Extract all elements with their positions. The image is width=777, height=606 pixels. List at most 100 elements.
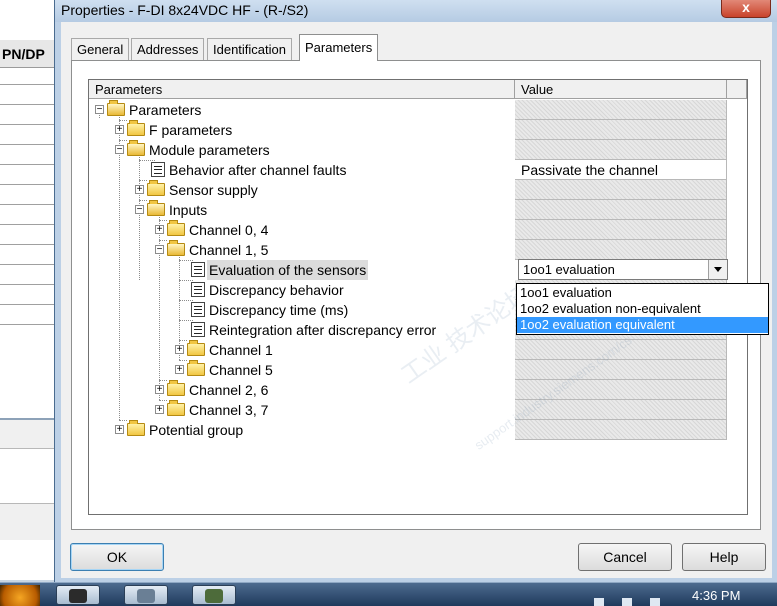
window-title: Properties - F-DI 8x24VDC HF - (R-/S2) — [61, 2, 309, 18]
tree-label: Module parameters — [149, 142, 270, 158]
background-row — [0, 104, 56, 105]
dropdown-option[interactable]: 1oo2 evaluation non-equivalent — [517, 301, 768, 317]
tree-row-potential-group[interactable]: + Potential group — [89, 420, 513, 440]
column-header-value[interactable]: Value — [515, 80, 727, 99]
value-cell-disabled — [515, 380, 727, 400]
tree-label: Discrepancy time (ms) — [209, 302, 349, 318]
tree-row-discrepancy-behavior[interactable]: Discrepancy behavior — [89, 280, 513, 300]
start-button[interactable] — [0, 585, 40, 606]
parameter-icon — [191, 262, 205, 277]
tree-label: Inputs — [169, 202, 208, 218]
tree-row-sensor-supply[interactable]: + Sensor supply — [89, 180, 513, 200]
value-cell-disabled — [515, 360, 727, 380]
value-cell-disabled — [515, 240, 727, 260]
parameter-icon — [191, 322, 205, 337]
value-cell-disabled — [515, 200, 727, 220]
value-cell-disabled — [515, 120, 727, 140]
expand-icon[interactable]: + — [155, 385, 164, 395]
tree-row-channel-3-7[interactable]: + Channel 3, 7 — [89, 400, 513, 420]
tree-row-evaluation-of-sensors[interactable]: Evaluation of the sensors — [89, 260, 513, 280]
tree-label: Channel 1 — [209, 342, 273, 358]
folder-icon — [187, 340, 205, 356]
chevron-down-icon[interactable] — [708, 260, 727, 279]
value-cell-disabled — [515, 420, 727, 440]
tree-row-parameters[interactable]: − Parameters — [89, 100, 513, 120]
expand-icon[interactable]: + — [175, 345, 184, 355]
folder-icon — [167, 220, 185, 236]
help-button[interactable]: Help — [682, 543, 766, 571]
folder-icon — [167, 380, 185, 396]
expand-icon[interactable]: + — [115, 125, 124, 135]
tree-row-channel-2-6[interactable]: + Channel 2, 6 — [89, 380, 513, 400]
value-cell-disabled — [515, 140, 727, 160]
tree-label: Channel 0, 4 — [189, 222, 269, 238]
expand-icon[interactable]: + — [115, 425, 124, 435]
value-cell-disabled — [515, 400, 727, 420]
grid-header: Parameters Value — [89, 80, 747, 99]
background-row — [0, 244, 56, 245]
app-icon — [69, 589, 87, 603]
tree-label: Behavior after channel faults — [169, 162, 347, 178]
value-cell-disabled — [515, 340, 727, 360]
tree-label: Potential group — [149, 422, 244, 438]
tree-row-discrepancy-time[interactable]: Discrepancy time (ms) — [89, 300, 513, 320]
background-row — [0, 204, 56, 205]
tree-row-f-parameters[interactable]: + F parameters — [89, 120, 513, 140]
close-button[interactable]: x — [721, 0, 771, 18]
folder-icon — [167, 400, 185, 416]
title-bar[interactable]: Properties - F-DI 8x24VDC HF - (R-/S2) x — [55, 0, 777, 22]
tree-label: Channel 5 — [209, 362, 273, 378]
tab-identification[interactable]: Identification — [207, 38, 292, 60]
tab-addresses[interactable]: Addresses — [131, 38, 205, 60]
tree-row-channel-0-4[interactable]: + Channel 0, 4 — [89, 220, 513, 240]
taskbar: 4:36 PM — [0, 582, 777, 606]
background-row — [0, 224, 56, 225]
collapse-icon[interactable]: − — [155, 245, 164, 255]
taskbar-app-button[interactable] — [124, 585, 168, 605]
evaluation-combobox[interactable]: 1oo1 evaluation — [518, 259, 728, 280]
folder-icon — [187, 360, 205, 376]
collapse-icon[interactable]: − — [135, 205, 144, 215]
expand-icon[interactable]: + — [175, 365, 184, 375]
value-cell-disabled — [515, 220, 727, 240]
collapse-icon[interactable]: − — [95, 105, 104, 115]
folder-icon — [127, 120, 145, 136]
tree-row-channel-1-5[interactable]: − Channel 1, 5 — [89, 240, 513, 260]
ok-button[interactable]: OK — [70, 543, 164, 571]
expand-icon[interactable]: + — [135, 185, 144, 195]
tree-row-behavior-after-channel-faults[interactable]: Behavior after channel faults — [89, 160, 513, 180]
folder-icon — [147, 180, 165, 196]
taskbar-app-button[interactable] — [56, 585, 100, 605]
tab-parameters[interactable]: Parameters — [299, 34, 379, 61]
taskbar-app-button[interactable] — [192, 585, 236, 605]
parameter-icon — [151, 162, 165, 177]
background-row — [0, 304, 56, 305]
folder-open-icon — [167, 240, 185, 256]
folder-icon — [127, 420, 145, 436]
expand-icon[interactable]: + — [155, 225, 164, 235]
collapse-icon[interactable]: − — [115, 145, 124, 155]
combobox-value: 1oo1 evaluation — [523, 262, 615, 277]
cancel-button[interactable]: Cancel — [578, 543, 672, 571]
tab-general[interactable]: General — [71, 38, 130, 60]
tree-row-channel-1[interactable]: + Channel 1 — [89, 340, 513, 360]
background-row — [0, 124, 56, 125]
tree-row-module-parameters[interactable]: − Module parameters — [89, 140, 513, 160]
value-cell-behavior[interactable]: Passivate the channel — [515, 160, 727, 180]
background-column-header: PN/DP — [0, 40, 56, 68]
value-text: Passivate the channel — [521, 162, 658, 178]
folder-open-icon — [127, 140, 145, 156]
tree-row-reintegration[interactable]: Reintegration after discrepancy error — [89, 320, 513, 340]
tree-row-inputs[interactable]: − Inputs — [89, 200, 513, 220]
column-header-parameters[interactable]: Parameters — [89, 80, 515, 99]
background-app: PN/DP — [0, 0, 57, 580]
expand-icon[interactable]: + — [155, 405, 164, 415]
network-icon — [137, 589, 155, 603]
taskbar-clock[interactable]: 4:36 PM — [692, 588, 740, 603]
background-row — [0, 164, 56, 165]
tree-label: Channel 2, 6 — [189, 382, 269, 398]
dropdown-option[interactable]: 1oo1 evaluation — [517, 285, 768, 301]
value-cell-disabled — [515, 100, 727, 120]
dropdown-option-highlighted[interactable]: 1oo2 evaluation equivalent — [517, 317, 768, 333]
tree-row-channel-5[interactable]: + Channel 5 — [89, 360, 513, 380]
